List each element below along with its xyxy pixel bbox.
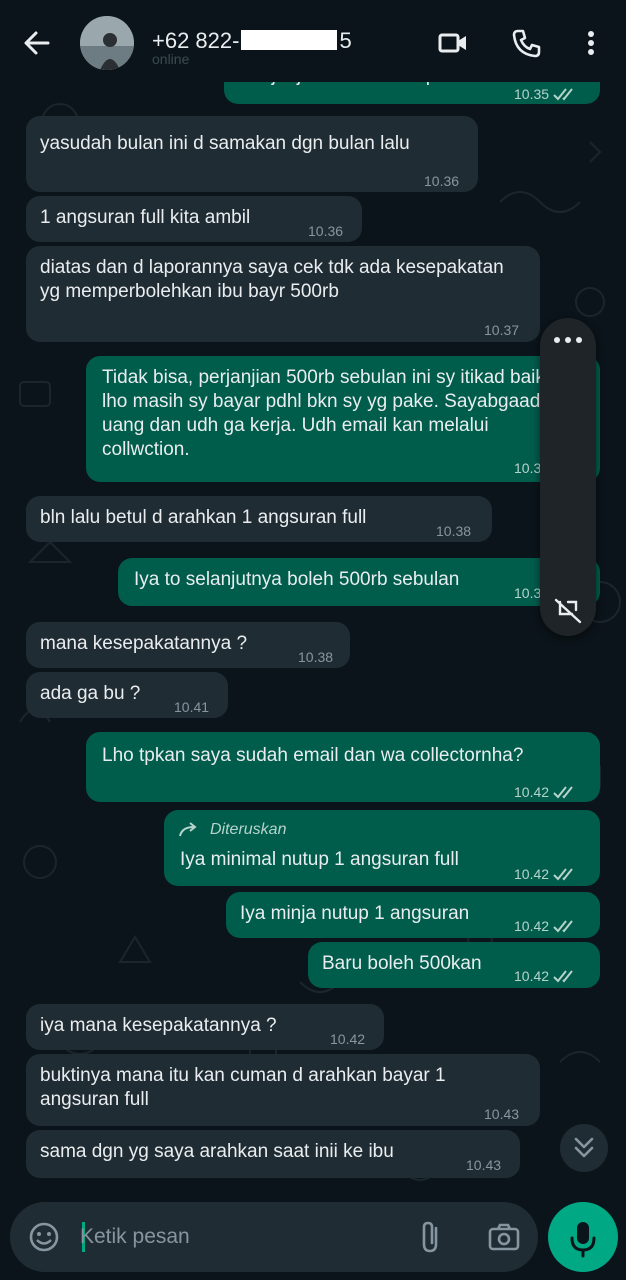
back-button[interactable] — [20, 26, 54, 60]
message-bubble-incoming[interactable]: buktinya mana itu kan cuman d arahkan ba… — [26, 1054, 540, 1126]
time-label: 10.42 — [514, 968, 550, 984]
message-input[interactable] — [80, 1220, 400, 1254]
double-check-icon — [553, 868, 573, 881]
forward-arrow-icon — [179, 822, 197, 837]
message-bubble-incoming[interactable]: yasudah bulan ini d samakan dgn bulan la… — [26, 116, 478, 192]
message-text: Lho tpkan saya sudah email dan wa collec… — [102, 745, 524, 766]
video-call-button[interactable] — [436, 26, 470, 60]
message-bubble-incoming[interactable]: bln lalu betul d arahkan 1 angsuran full… — [26, 496, 492, 542]
message-time: 10.35 — [514, 82, 577, 106]
avatar-image — [80, 16, 134, 70]
message-text: yasudah bulan ini d samakan dgn bulan la… — [40, 133, 410, 154]
message-time: 10.37 — [484, 322, 520, 338]
message-bubble-incoming[interactable]: sama dgn yg saya arahkan saat inii ke ib… — [26, 1130, 520, 1178]
time-label: 10.42 — [514, 918, 550, 934]
message-text: Iya to selanjutnya boleh 500rb sebulan — [134, 569, 460, 590]
paperclip-icon[interactable] — [416, 1219, 446, 1255]
phone-icon — [512, 29, 541, 58]
message-bubble-outgoing[interactable]: Iya minja nutup 1 angsuran 10.42 — [226, 892, 600, 938]
message-time: 10.42 — [514, 964, 577, 988]
microphone-icon — [570, 1222, 596, 1258]
message-text: mana kesepakatannya ? — [40, 633, 248, 654]
double-chevron-down-icon — [574, 1137, 594, 1158]
time-label: 10.42 — [514, 784, 550, 800]
message-text: diatas dan d laporannya saya cek tdk ada… — [40, 257, 504, 302]
chat-header: +62 822- 5 online — [0, 0, 626, 82]
message-time: 10.36 — [424, 173, 460, 189]
message-bubble-outgoing[interactable]: Iya to selanjutnya boleh 500rb sebulan 1… — [118, 558, 600, 606]
message-text: ada ga bu ? — [40, 683, 141, 704]
message-time: 10.42 — [514, 780, 577, 804]
message-text: Iya minimal nutup 1 angsuran full — [180, 849, 459, 870]
message-time: 10.36 — [308, 223, 344, 239]
message-bubble-outgoing[interactable]: Baru boleh 500kan 10.42 — [308, 942, 600, 988]
more-vert-icon — [588, 31, 594, 55]
message-time: 10.3 — [514, 460, 542, 476]
time-label: 10.42 — [514, 866, 550, 882]
message-time: 10.42 — [514, 914, 577, 938]
message-text: sama dgn yg saya arahkan saat inii ke ib… — [40, 1141, 394, 1162]
message-time: 10.38 — [298, 649, 334, 665]
message-time: 10.41 — [174, 699, 210, 715]
message-bubble-outgoing[interactable]: Tidak bisa, perjanjian 500rb sebulan ini… — [86, 356, 600, 482]
message-time: 10.43 — [466, 1157, 502, 1173]
double-check-icon — [553, 88, 573, 101]
menu-button[interactable] — [576, 26, 606, 60]
message-bubble-outgoing[interactable]: Lho tpkan saya sudah email dan wa collec… — [86, 732, 600, 802]
forwarded-text: Diteruskan — [210, 821, 287, 838]
double-check-icon — [553, 920, 573, 933]
message-text: Tidak bisa, perjanjian 500rb sebulan ini… — [102, 367, 551, 460]
avatar[interactable] — [80, 16, 134, 70]
redaction-bar — [241, 30, 338, 50]
message-bubble-incoming[interactable]: 1 angsuran full kita ambil 10.36 — [26, 196, 362, 242]
message-time: 10.42 — [330, 1031, 366, 1047]
time-label: 10.35 — [514, 86, 550, 102]
message-text: iya mana kesepakatannya ? — [40, 1015, 277, 1036]
message-time: 10.42 — [514, 862, 577, 886]
double-check-icon — [553, 786, 573, 799]
message-time: 10.3 — [514, 585, 542, 601]
message-time: 10.43 — [484, 1106, 520, 1122]
no-resize-icon[interactable] — [540, 590, 596, 630]
contact-number-suffix: 5 — [339, 28, 352, 53]
message-composer — [10, 1202, 538, 1272]
camera-icon[interactable] — [486, 1219, 522, 1255]
forwarded-label: Diteruskan — [178, 818, 286, 842]
message-text: Iya minja nutup 1 angsuran — [240, 903, 470, 924]
message-bubble-incoming[interactable]: mana kesepakatannya ? 10.38 — [26, 622, 350, 668]
emoji-icon[interactable] — [26, 1219, 62, 1255]
message-bubble-forwarded[interactable]: Diteruskan Iya minimal nutup 1 angsuran … — [164, 810, 600, 886]
message-text: Baru boleh 500kan — [322, 953, 482, 974]
message-bubble-incoming[interactable]: iya mana kesepakatannya ? 10.42 — [26, 1004, 384, 1050]
more-horiz-icon[interactable] — [540, 320, 596, 360]
message-text: 1 angsuran full kita ambil — [40, 207, 251, 228]
message-bubble-incoming[interactable]: diatas dan d laporannya saya cek tdk ada… — [26, 246, 540, 342]
message-text: buktinya mana itu kan cuman d arahkan ba… — [40, 1065, 446, 1110]
voice-message-button[interactable] — [548, 1202, 618, 1272]
video-call-icon — [438, 33, 466, 53]
message-text: bln lalu betul d arahkan 1 angsuran full — [40, 507, 367, 528]
message-bubble-incoming[interactable]: ada ga bu ? 10.41 — [26, 672, 228, 718]
contact-number-prefix: +62 822- — [152, 28, 240, 53]
double-check-icon — [553, 970, 573, 983]
floating-overlay-panel[interactable] — [540, 318, 596, 636]
scroll-to-bottom-button[interactable] — [560, 1124, 608, 1172]
contact-status: online — [152, 51, 190, 67]
arrow-left-icon — [24, 31, 50, 55]
message-time: 10.38 — [436, 523, 472, 539]
voice-call-button[interactable] — [510, 26, 544, 60]
